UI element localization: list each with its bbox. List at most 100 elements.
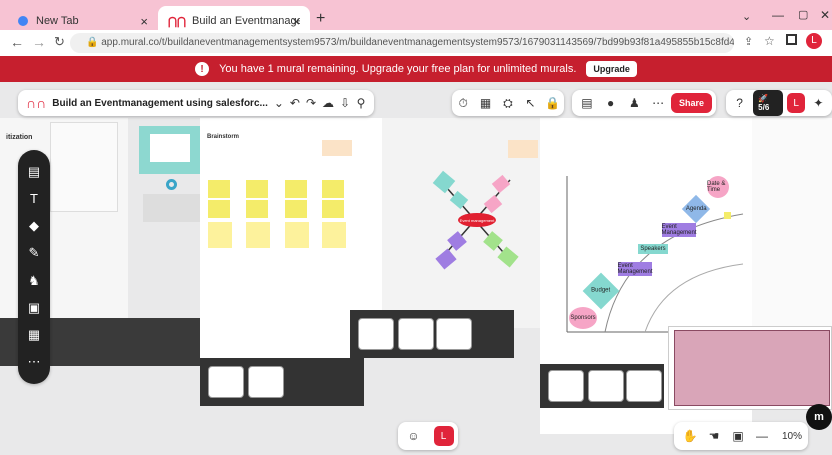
- hand-icon[interactable]: ✋: [680, 425, 700, 447]
- timer-icon[interactable]: ⏱: [452, 92, 474, 114]
- zoom-level[interactable]: 10%: [782, 431, 802, 442]
- tab-list-icon[interactable]: ⌄: [742, 10, 751, 23]
- url-text: app.mural.co/t/buildaneventmanagementsys…: [101, 37, 734, 48]
- sticky-note[interactable]: [246, 200, 268, 218]
- more-tools-icon[interactable]: ⋯: [23, 351, 45, 373]
- banner-message: You have 1 mural remaining. Upgrade your…: [219, 63, 577, 75]
- pen-icon[interactable]: ✎: [23, 242, 45, 264]
- help-icon[interactable]: ?: [730, 92, 749, 114]
- tab-title: Build an Eventmanagement usin: [192, 15, 300, 27]
- close-tab-icon[interactable]: ×: [292, 14, 300, 29]
- canvas-section-label: itization: [6, 134, 33, 141]
- user-avatar[interactable]: L: [787, 93, 805, 113]
- forward-icon[interactable]: →: [32, 34, 46, 50]
- more-icon[interactable]: ⋯: [647, 92, 669, 114]
- mural-canvas[interactable]: itization Brainstorm Event management Da…: [0, 82, 832, 455]
- mindmap-center-node[interactable]: Event management: [458, 213, 496, 227]
- template-thumbnail[interactable]: [398, 318, 434, 350]
- template-thumbnail[interactable]: [248, 366, 284, 398]
- back-icon[interactable]: ←: [10, 34, 24, 50]
- mural-logo-icon: ∩∩: [26, 95, 47, 111]
- chat-icon[interactable]: ●: [600, 92, 622, 114]
- matrix-node-sponsors[interactable]: Sponsors: [569, 307, 597, 329]
- collab-count: 5/6: [758, 103, 770, 112]
- new-tab-button[interactable]: +: [316, 10, 325, 28]
- minimap-viewport[interactable]: [674, 330, 830, 406]
- sticky-note[interactable]: [208, 180, 230, 198]
- maximize-button[interactable]: ▢: [798, 8, 808, 21]
- share-page-icon[interactable]: ⇪: [744, 35, 753, 48]
- chevron-down-icon[interactable]: ⌄: [274, 92, 284, 114]
- templates-icon[interactable]: ▦: [23, 324, 45, 346]
- sticky-note[interactable]: [322, 200, 344, 218]
- matrix-node-speakers[interactable]: Speakers: [638, 244, 668, 254]
- redo-icon[interactable]: ↷: [306, 92, 316, 114]
- sticky-note[interactable]: [322, 222, 346, 248]
- sticky-note[interactable]: [285, 222, 309, 248]
- brainstorm-title: Brainstorm: [207, 134, 240, 140]
- search-icon[interactable]: ⚲: [356, 92, 366, 114]
- close-window-button[interactable]: ✕: [820, 8, 830, 22]
- profile-avatar[interactable]: L: [806, 33, 822, 49]
- text-icon[interactable]: T: [23, 188, 45, 210]
- node-label: Speakers: [640, 246, 666, 252]
- undo-icon[interactable]: ↶: [290, 92, 300, 114]
- reaction-bar: ☺ L: [398, 422, 458, 450]
- export-icon[interactable]: ⇩: [340, 92, 350, 114]
- sticky-note[interactable]: [285, 200, 307, 218]
- template-thumbnail[interactable]: [626, 370, 662, 402]
- image-icon[interactable]: ▣: [23, 297, 45, 319]
- template-thumbnail[interactable]: [548, 370, 584, 402]
- template-thumbnail[interactable]: [208, 366, 244, 398]
- sticky-note[interactable]: [246, 222, 270, 248]
- facilitation-toolbar: ⏱ ▦ ⛭ ↖ 🔒: [452, 90, 564, 116]
- presence-avatar[interactable]: L: [433, 426, 454, 446]
- pointer-icon[interactable]: ☚: [704, 425, 724, 447]
- sparkle-icon[interactable]: ✦: [809, 92, 828, 114]
- rocket-button[interactable]: 🚀 5/6: [753, 90, 784, 116]
- outline-icon[interactable]: ▦: [475, 92, 497, 114]
- template-thumbnail[interactable]: [436, 318, 472, 350]
- url-bar[interactable]: 🔒 app.mural.co/t/buildaneventmanagements…: [70, 33, 734, 53]
- matrix-node-event-mgmt-2[interactable]: Event Management: [618, 262, 653, 276]
- shapes-icon[interactable]: ◆: [23, 215, 45, 237]
- sidepanel-icon[interactable]: [786, 34, 797, 45]
- cloud-icon[interactable]: ☁: [322, 92, 334, 114]
- teal-card-inner: [150, 134, 190, 162]
- sticky-note[interactable]: [285, 180, 307, 198]
- mural-title-bar: ∩∩ Build an Eventmanagement using salesf…: [18, 90, 374, 116]
- close-tab-icon[interactable]: ×: [140, 14, 148, 29]
- sticky-note[interactable]: [208, 200, 230, 218]
- template-thumbnail[interactable]: [588, 370, 624, 402]
- node-label: Budget: [591, 288, 611, 294]
- lock-icon: 🔒: [86, 37, 102, 48]
- lock-icon[interactable]: 🔒: [542, 92, 564, 114]
- sticky-note[interactable]: [208, 222, 232, 248]
- right-panel: [752, 118, 832, 328]
- upgrade-button[interactable]: Upgrade: [586, 61, 637, 77]
- add-user-icon[interactable]: ♟: [624, 92, 646, 114]
- matrix-node-event-mgmt[interactable]: Event Management: [662, 223, 697, 237]
- help-toolbar: ? 🚀 5/6 L ✦: [726, 90, 832, 116]
- matrix-node-date-time[interactable]: Date & Time: [707, 176, 729, 198]
- emoji-icon[interactable]: ☺: [403, 425, 425, 447]
- sticky-note[interactable]: [246, 180, 268, 198]
- map-icon[interactable]: ▣: [728, 425, 748, 447]
- info-icon: !: [195, 62, 210, 76]
- reload-icon[interactable]: ↻: [54, 34, 65, 50]
- share-button[interactable]: Share: [671, 93, 713, 113]
- comments-icon[interactable]: ▤: [576, 92, 598, 114]
- zoom-out-icon[interactable]: —: [752, 425, 772, 447]
- mural-help-button[interactable]: m: [806, 404, 832, 430]
- sticky-note[interactable]: [322, 180, 344, 198]
- minimize-button[interactable]: —: [772, 8, 784, 22]
- icons-icon[interactable]: ♞: [23, 270, 45, 292]
- sticky-note-icon[interactable]: ▤: [23, 161, 45, 183]
- mural-title[interactable]: Build an Eventmanagement using salesforc…: [52, 98, 268, 109]
- zoom-controls: ✋ ☚ ▣ — 10%: [674, 422, 808, 450]
- cursor-icon[interactable]: ↖: [519, 92, 541, 114]
- template-thumbnail[interactable]: [358, 318, 394, 350]
- binoculars-icon[interactable]: ⛭: [497, 92, 519, 114]
- mindmap-center-label: Event management: [459, 217, 495, 223]
- bookmark-star-icon[interactable]: ☆: [764, 34, 775, 48]
